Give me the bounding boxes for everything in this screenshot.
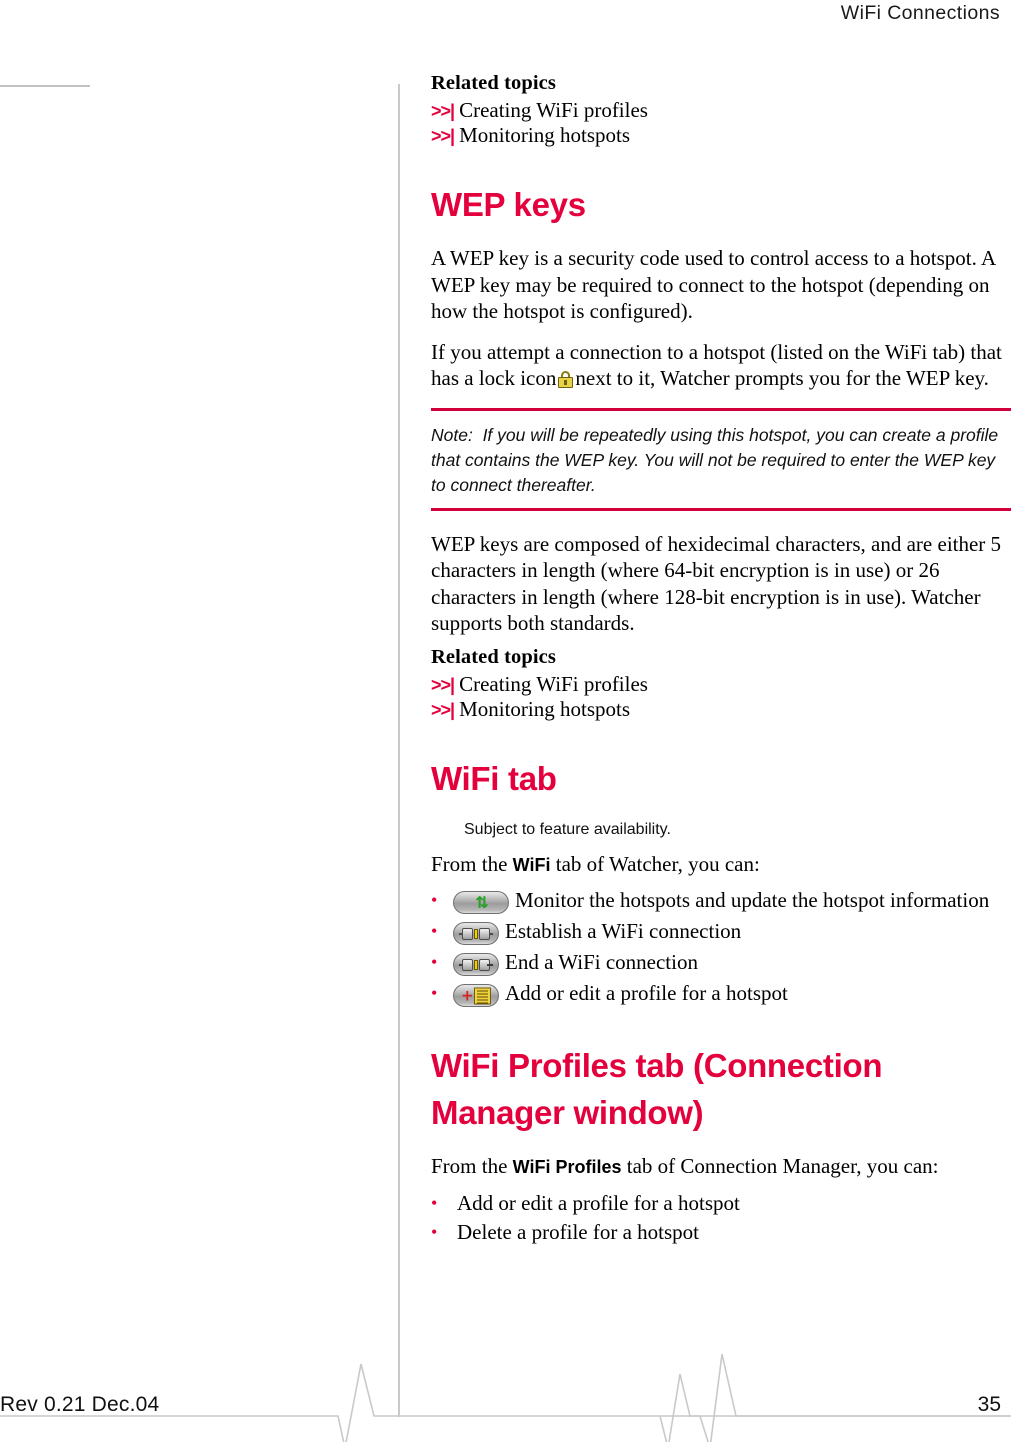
list-item-label: Add or edit a profile for a hotspot xyxy=(505,981,788,1005)
list-item: • + Add or edit a profile for a hotspot xyxy=(431,980,1011,1007)
connect-plug-icon[interactable] xyxy=(453,922,499,945)
note-callout: Note: If you will be repeatedly using th… xyxy=(431,407,1011,511)
list-item-label: End a WiFi connection xyxy=(505,950,698,974)
list-item-label: Add or edit a profile for a hotspot xyxy=(457,1190,740,1215)
lock-icon xyxy=(558,371,574,388)
refresh-icon[interactable]: ⇅ xyxy=(453,891,509,914)
list-item-label: Delete a profile for a hotspot xyxy=(457,1220,699,1244)
xref-link-creating-wifi-profiles-2[interactable]: >>| Creating WiFi profiles xyxy=(431,671,1011,696)
xref-label: Monitoring hotspots xyxy=(459,696,630,721)
running-header-title: WiFi Connections xyxy=(840,2,1000,24)
related-topics-heading-2: Related topics xyxy=(431,645,556,668)
main-content-column: Related topics >>| Creating WiFi profiles… xyxy=(431,72,1011,1249)
top-left-decorative-rule xyxy=(0,85,90,87)
wifi-profiles-intro-before: From the xyxy=(431,1154,508,1178)
wep-keys-paragraph-2-after: next to it, Watcher prompts you for the … xyxy=(575,366,989,390)
wifi-profiles-intro: From the WiFi Profiles tab of Connection… xyxy=(431,1153,1011,1181)
wifi-tab-intro-before: From the xyxy=(431,851,508,876)
related-topics-heading-1: Related topics xyxy=(431,72,556,94)
note-paragraph: Note: If you will be repeatedly using th… xyxy=(431,423,1011,498)
add-profile-icon[interactable]: + xyxy=(453,984,499,1007)
xref-label: Monitoring hotspots xyxy=(459,123,630,147)
xref-arrow-icon: >>| xyxy=(431,126,455,146)
wifi-tab-action-list: • ⇅ Monitor the hotspots and update the ho… xyxy=(431,887,1011,1007)
disconnect-plug-icon[interactable] xyxy=(453,953,499,976)
note-label: Note: xyxy=(431,424,473,445)
bullet-marker: • xyxy=(431,890,438,910)
list-item: • Add or edit a profile for a hotspot xyxy=(431,1190,1011,1217)
wifi-profiles-action-list: • Add or edit a profile for a hotspot • De… xyxy=(431,1190,1011,1246)
heading-wep-keys: WEP keys xyxy=(431,186,586,223)
list-item-label: Monitor the hotspots and update the hots… xyxy=(515,888,990,912)
bullet-marker: • xyxy=(431,952,438,972)
column-divider-line xyxy=(398,84,400,1417)
footer-page-number: 35 xyxy=(977,1393,1001,1416)
wifi-profiles-intro-after: tab of Connection Manager, you can: xyxy=(626,1154,939,1178)
list-item: • Establish a WiFi connection xyxy=(431,918,1011,945)
bullet-marker: • xyxy=(431,1222,438,1242)
footer-revision: Rev 0.21 Dec.04 xyxy=(0,1393,160,1416)
list-item-label: Establish a WiFi connection xyxy=(505,919,742,943)
xref-link-monitoring-hotspots-2[interactable]: >>| Monitoring hotspots xyxy=(431,696,1011,721)
wifi-tab-term: WiFi xyxy=(512,854,551,875)
wifi-tab-intro: From the WiFi tab of Watcher, you can: xyxy=(431,851,1011,879)
bullet-marker: • xyxy=(431,1192,438,1213)
bullet-marker: • xyxy=(431,921,438,941)
heading-wifi-tab: WiFi tab xyxy=(431,759,557,797)
wep-keys-paragraph-1: A WEP key is a security code used to con… xyxy=(431,246,995,323)
list-item: • End a WiFi connection xyxy=(431,949,1011,976)
xref-arrow-icon: >>| xyxy=(431,699,455,720)
list-item: • Delete a profile for a hotspot xyxy=(431,1219,1011,1246)
wifi-tab-intro-after: tab of Watcher, you can: xyxy=(555,851,760,876)
xref-arrow-icon: >>| xyxy=(431,101,455,121)
wep-keys-paragraph-2: If you attempt a connection to a hotspot… xyxy=(431,339,1011,392)
wifi-tab-feature-availability-note: Subject to feature availability. xyxy=(464,820,671,838)
wep-keys-paragraph-3: WEP keys are composed of hexidecimal cha… xyxy=(431,531,1002,636)
wifi-profiles-term: WiFi Profiles xyxy=(512,1157,622,1177)
bullet-marker: • xyxy=(431,983,438,1003)
note-text: If you will be repeatedly using this hot… xyxy=(431,424,999,495)
xref-link-monitoring-hotspots-1[interactable]: >>| Monitoring hotspots xyxy=(431,125,1011,146)
running-header: WiFi Connections xyxy=(0,0,1011,34)
heading-wifi-profiles-tab: WiFi Profiles tab (Connection Manager wi… xyxy=(431,1047,883,1131)
xref-label: Creating WiFi profiles xyxy=(459,98,648,122)
xref-label: Creating WiFi profiles xyxy=(459,671,648,696)
xref-arrow-icon: >>| xyxy=(431,674,455,695)
list-item: • ⇅ Monitor the hotspots and update the ho… xyxy=(431,887,1011,914)
xref-link-creating-wifi-profiles-1[interactable]: >>| Creating WiFi profiles xyxy=(431,100,1011,121)
